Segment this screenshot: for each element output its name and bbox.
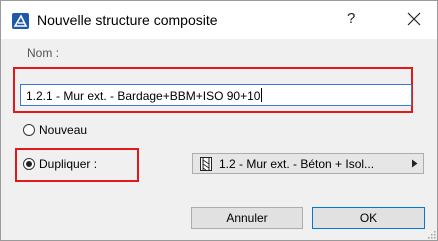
text-caret [261,88,263,102]
close-icon[interactable] [404,9,424,29]
archicad-app-icon [12,13,29,29]
radio-duplicate-label: Dupliquer : [39,157,98,171]
window-title: Nouvelle structure composite [37,12,218,28]
radio-duplicate-button[interactable] [23,158,35,170]
radio-new-label: Nouveau [39,123,88,137]
cancel-button[interactable]: Annuler [191,207,303,229]
title-bar[interactable]: Nouvelle structure composite ? [1,1,437,39]
name-input[interactable]: 1.2.1 - Mur ext. - Bardage+BBM+ISO 90+10 [20,84,412,106]
help-button[interactable]: ? [347,10,355,27]
source-structure-value: 1.2 - Mur ext. - Béton + Isol... [219,156,375,171]
dialog-window: Nouvelle structure composite ? Nom : 1.2… [0,0,438,241]
composite-structure-icon [200,156,212,171]
source-structure-dropdown[interactable]: 1.2 - Mur ext. - Béton + Isol... [192,153,424,174]
radio-new-button[interactable] [23,124,35,136]
name-input-value: 1.2.1 - Mur ext. - Bardage+BBM+ISO 90+10 [26,89,261,103]
ok-button[interactable]: OK [312,207,425,229]
name-label: Nom : [27,46,60,60]
radio-duplicate[interactable]: Dupliquer : [23,157,97,171]
resize-grip-icon[interactable] [426,229,436,239]
radio-new[interactable]: Nouveau [23,123,87,137]
chevron-right-icon [412,159,418,168]
